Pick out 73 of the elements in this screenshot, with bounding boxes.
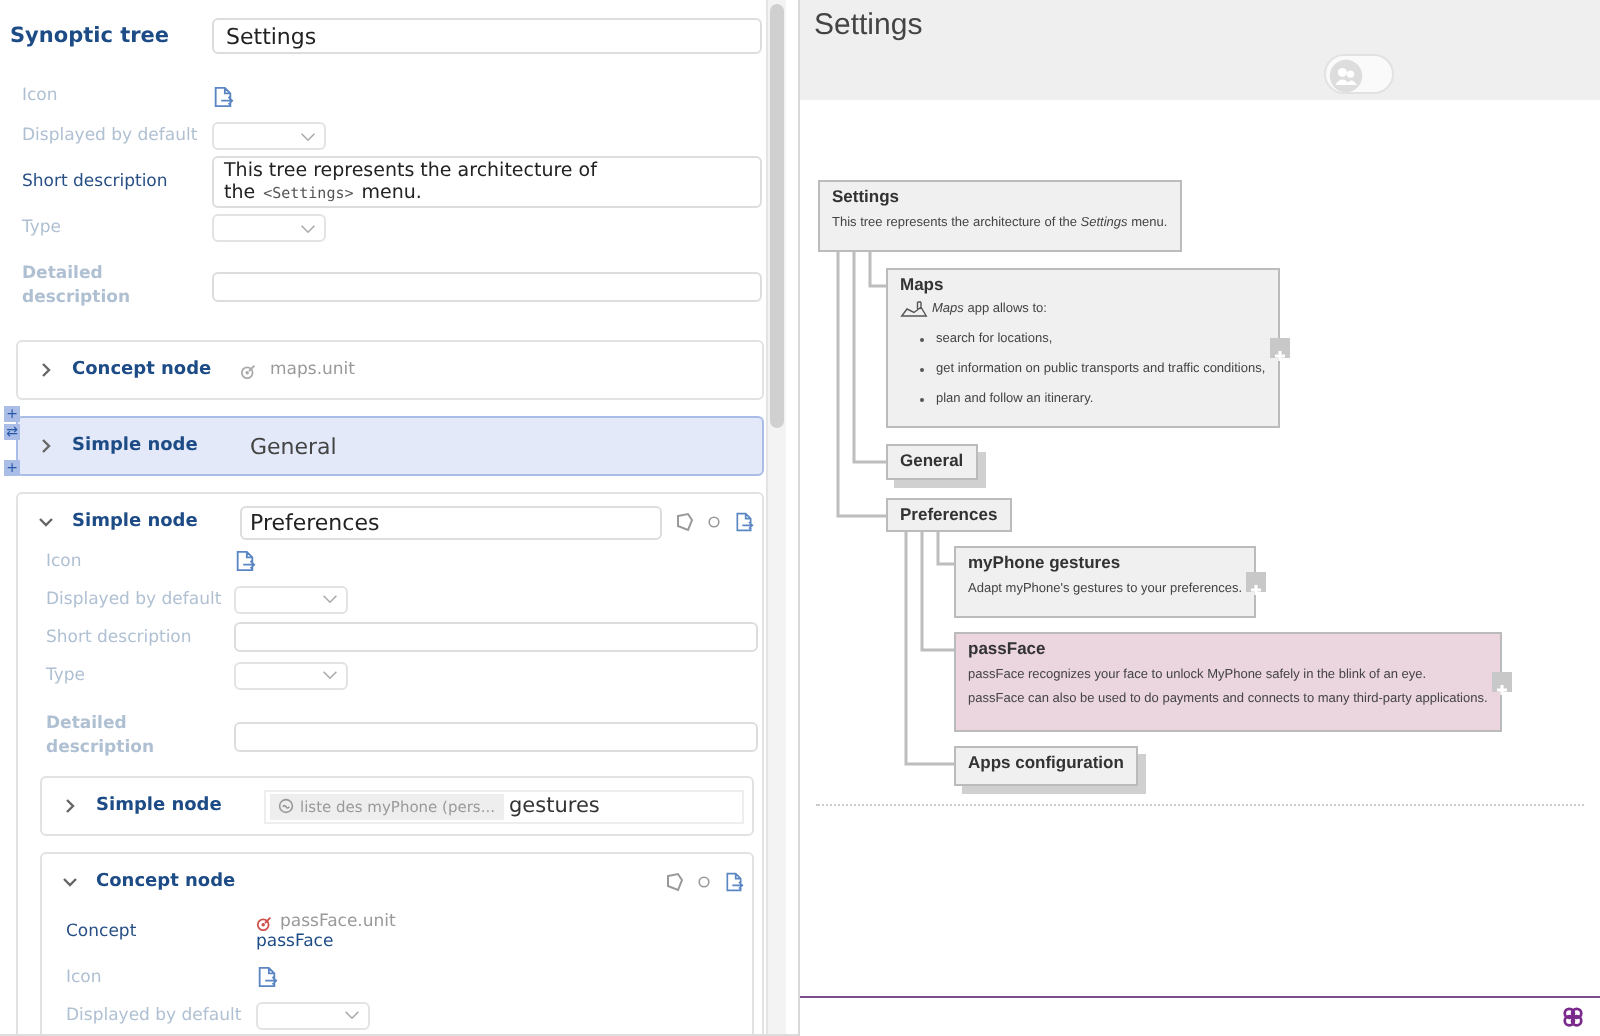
- chevron-icon[interactable]: [62, 874, 78, 890]
- concept-unit: maps.unit: [270, 360, 355, 380]
- document-icon[interactable]: [724, 872, 744, 892]
- field-label: Type: [46, 665, 88, 685]
- clover-icon[interactable]: [1562, 1005, 1584, 1027]
- field-label: Detailed description: [46, 712, 157, 760]
- node-title: Apps configuration: [968, 752, 1124, 774]
- node-title: Settings: [832, 186, 902, 208]
- node-title: Simple node: [72, 512, 200, 532]
- node-card[interactable]: Simple node General: [16, 416, 764, 476]
- chevron-icon: [322, 670, 338, 680]
- node-title: Preferences: [900, 504, 998, 526]
- expand-button[interactable]: [1246, 572, 1267, 592]
- node-title: myPhone gestures: [968, 552, 1123, 574]
- node-card[interactable]: [16, 492, 764, 1034]
- list-icon: [278, 798, 294, 814]
- field-label: Short description: [22, 172, 170, 192]
- field-label: Icon: [22, 86, 60, 106]
- field-label: Detailed description: [22, 262, 133, 310]
- field-label: Icon: [46, 551, 84, 571]
- chevron-icon: [300, 131, 316, 141]
- field-label: Type: [22, 218, 64, 238]
- chevron-icon[interactable]: [38, 438, 54, 454]
- field-label: Icon: [66, 967, 104, 987]
- node-name-field[interactable]: Preferences: [240, 505, 662, 539]
- document-icon[interactable]: [234, 550, 256, 572]
- circle-icon[interactable]: [706, 514, 722, 530]
- plus-icon: [1493, 682, 1510, 698]
- field-label: Concept: [66, 922, 139, 942]
- text-field[interactable]: [234, 721, 758, 751]
- field-label: Displayed by default: [22, 126, 200, 146]
- node-title: Simple node: [96, 796, 224, 816]
- node-name-field[interactable]: General: [240, 429, 754, 463]
- description-field[interactable]: [234, 622, 758, 652]
- node-title: passFace: [968, 638, 1048, 660]
- node-card[interactable]: Concept node maps.unit: [16, 340, 764, 400]
- shield-icon[interactable]: [674, 512, 694, 532]
- plus-icon: [1271, 348, 1288, 364]
- concept-unit: passFace.unit: [280, 912, 396, 932]
- field-label: Displayed by default: [46, 589, 224, 609]
- target-icon: [240, 361, 258, 379]
- chevron-icon[interactable]: [62, 798, 78, 814]
- circle-icon[interactable]: [696, 874, 712, 890]
- plus-icon: [1248, 582, 1265, 598]
- chevron-icon: [322, 594, 338, 604]
- expand-button[interactable]: [1269, 338, 1290, 358]
- expand-button[interactable]: [1491, 672, 1512, 692]
- chevron-icon[interactable]: [38, 514, 54, 530]
- tree-label: Synoptic tree: [10, 24, 172, 48]
- chevron-icon: [344, 1010, 360, 1020]
- document-icon[interactable]: [256, 966, 278, 988]
- chevron-icon[interactable]: [38, 362, 54, 378]
- node-title: Concept node: [72, 360, 214, 380]
- shield-icon[interactable]: [664, 872, 684, 892]
- node-title: Maps: [900, 274, 946, 296]
- concept-link[interactable]: passFace: [256, 932, 396, 952]
- chevron-icon: [300, 223, 316, 233]
- node-title: Concept node: [96, 872, 238, 892]
- field-label: Short description: [46, 627, 194, 647]
- target-icon: [256, 913, 274, 931]
- node-title: Simple node: [72, 436, 200, 456]
- preview-title: Settings: [814, 8, 923, 42]
- name-field[interactable]: Settings: [212, 18, 762, 54]
- field-label: Displayed by default: [66, 1005, 244, 1025]
- document-icon[interactable]: [734, 512, 754, 532]
- text-field[interactable]: [212, 271, 762, 301]
- view-toggle[interactable]: [1324, 54, 1394, 94]
- node-card[interactable]: Concept node Concept passFace.unit passFace Icon Displayed by default: [40, 852, 754, 1034]
- scrollbar[interactable]: [766, 0, 786, 1034]
- node-title: General: [900, 450, 964, 472]
- node-value: gestures: [509, 794, 600, 818]
- tree-node[interactable]: Preferences: [886, 498, 1012, 532]
- document-icon[interactable]: [212, 85, 234, 107]
